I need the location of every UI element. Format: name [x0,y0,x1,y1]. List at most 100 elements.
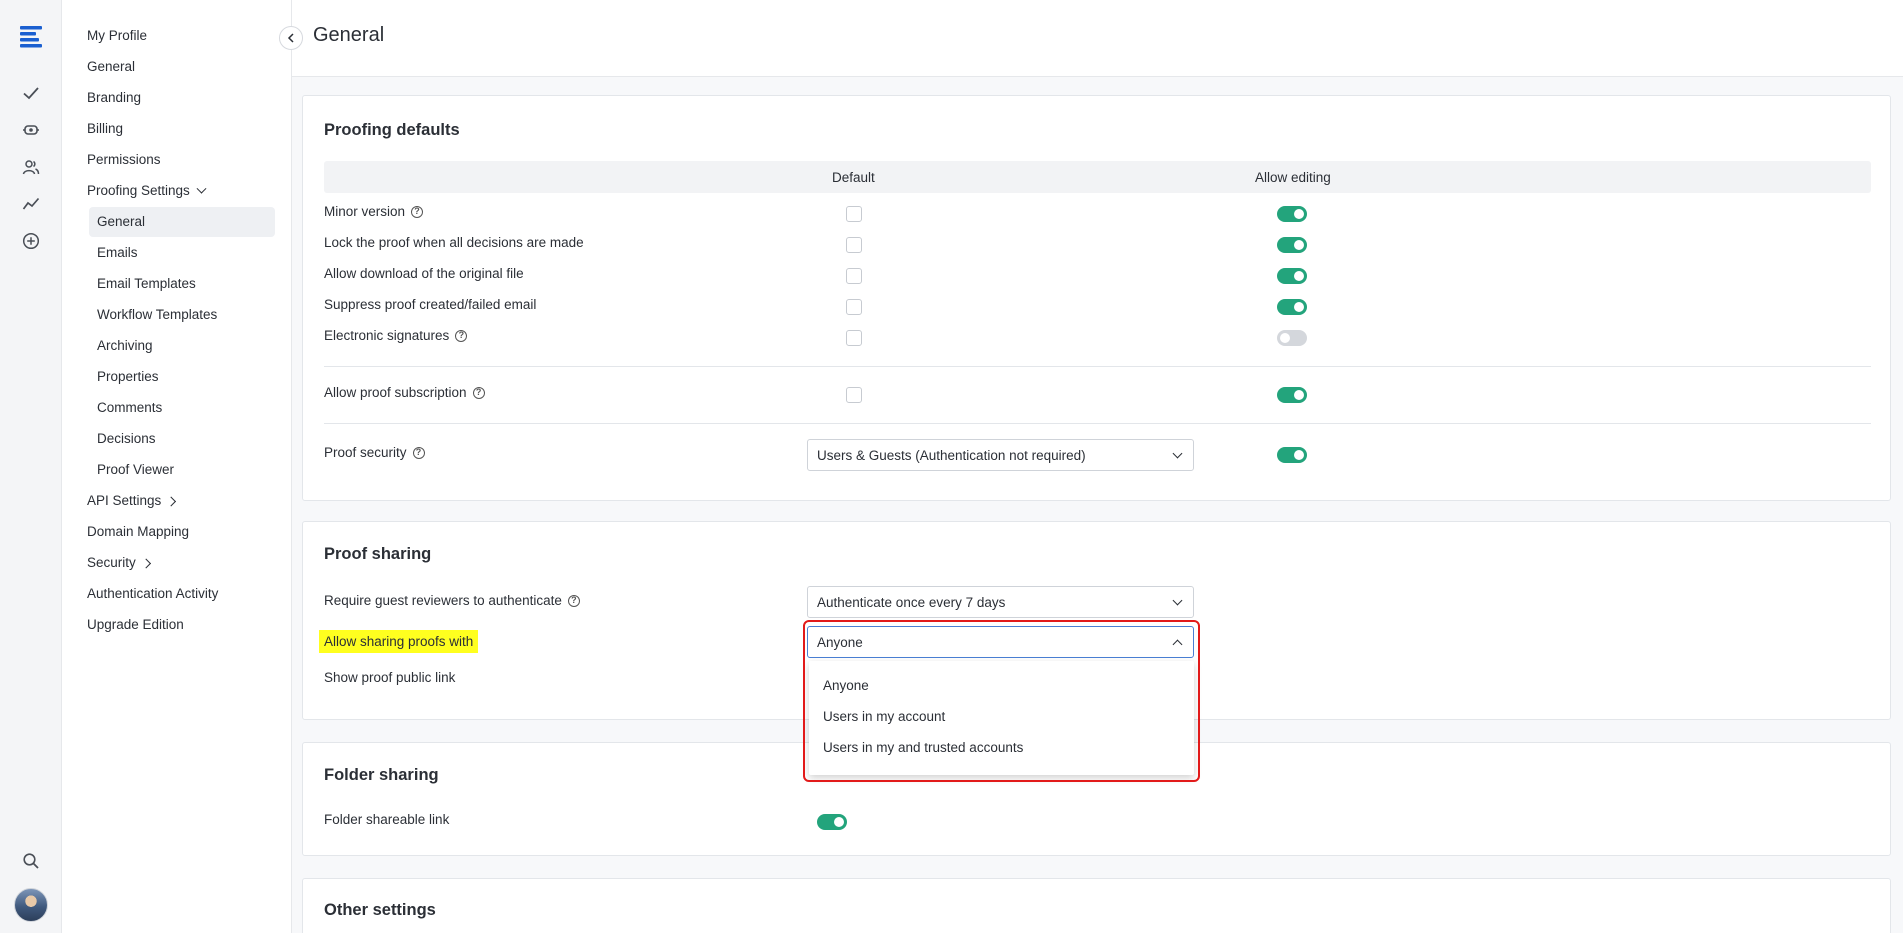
setting-label: Require guest reviewers to authenticate? [324,593,580,608]
other-settings-card: Other settings [302,878,1891,933]
chevron-down-icon [196,183,207,194]
allow-sharing-dropdown-menu: Anyone Users in my account Users in my a… [809,661,1194,775]
nav-upgrade-edition[interactable]: Upgrade Edition [87,617,184,632]
lock-proof-default-checkbox[interactable] [846,237,862,253]
allow-download-label: Allow download of the original file [324,266,524,281]
app-logo-icon[interactable] [17,22,45,50]
minor-version-label: Minor version [324,204,406,219]
nav-security[interactable]: Security [87,555,151,570]
section-title: Proof sharing [324,545,432,563]
dropdown-option-trusted-accounts[interactable]: Users in my and trusted accounts [823,740,1023,755]
setting-label: Allow sharing proofs with [319,630,479,653]
folder-shareable-link-toggle[interactable] [817,814,847,830]
folder-shareable-link-label: Folder shareable link [324,812,450,827]
section-title: Folder sharing [324,766,439,784]
nav-permissions[interactable]: Permissions [87,152,161,167]
setting-label: Proof security? [324,445,425,460]
checkmark-icon[interactable] [17,79,45,107]
help-icon[interactable]: ? [567,594,580,607]
chevron-up-icon [1172,639,1183,650]
main-content: General Proofing defaults Default Allow … [292,0,1903,933]
chevron-down-icon [1172,448,1183,459]
nav-properties[interactable]: Properties [97,369,159,384]
minor-version-default-checkbox[interactable] [846,206,862,222]
section-title: Other settings [324,901,436,919]
allow-sharing-label: Allow sharing proofs with [319,630,479,653]
chevron-right-icon [140,558,151,569]
allow-download-default-checkbox[interactable] [846,268,862,284]
allow-sharing-select[interactable]: Anyone [807,626,1194,658]
nav-my-profile[interactable]: My Profile [87,28,147,43]
lock-proof-allow-editing-toggle[interactable] [1277,237,1307,253]
nav-proof-viewer[interactable]: Proof Viewer [97,462,174,477]
chevron-right-icon [166,496,177,507]
electronic-signatures-allow-editing-toggle[interactable] [1277,330,1307,346]
setting-label: Electronic signatures? [324,328,468,343]
add-circle-icon[interactable] [17,227,45,255]
chevron-down-icon [1172,595,1183,606]
allow-subscription-label: Allow proof subscription [324,385,467,400]
search-icon[interactable] [17,847,45,875]
nav-billing[interactable]: Billing [87,121,123,136]
icon-rail [0,0,62,933]
nav-authentication-activity[interactable]: Authentication Activity [87,586,218,601]
suppress-email-label: Suppress proof created/failed email [324,297,537,312]
section-title: Proofing defaults [324,121,460,139]
require-auth-select[interactable]: Authenticate once every 7 days [807,586,1194,618]
divider [324,423,1871,424]
electronic-signatures-label: Electronic signatures [324,328,450,343]
avatar[interactable] [14,888,48,922]
public-link-label: Show proof public link [324,670,456,685]
nav-api-settings-label: API Settings [87,493,162,508]
proof-security-label: Proof security [324,445,407,460]
nav-security-label: Security [87,555,136,570]
nav-branding[interactable]: Branding [87,90,141,105]
column-header-default: Default [832,170,875,185]
nav-api-settings[interactable]: API Settings [87,493,177,508]
setting-label: Allow proof subscription? [324,385,485,400]
lock-proof-label: Lock the proof when all decisions are ma… [324,235,584,250]
settings-nav: My Profile General Branding Billing Perm… [62,0,292,933]
minor-version-allow-editing-toggle[interactable] [1277,206,1307,222]
proof-security-select[interactable]: Users & Guests (Authentication not requi… [807,439,1194,471]
require-auth-label: Require guest reviewers to authenticate [324,593,562,608]
allow-download-allow-editing-toggle[interactable] [1277,268,1307,284]
proof-icon[interactable] [17,116,45,144]
nav-proofing-general[interactable]: General [97,214,145,229]
nav-comments[interactable]: Comments [97,400,162,415]
nav-domain-mapping[interactable]: Domain Mapping [87,524,189,539]
help-icon[interactable]: ? [455,329,468,342]
table-header: Default Allow editing [324,161,1871,193]
dropdown-option-users-in-my-account[interactable]: Users in my account [823,709,945,724]
electronic-signatures-default-checkbox[interactable] [846,330,862,346]
proofing-defaults-card: Proofing defaults Default Allow editing … [302,95,1891,501]
setting-label: Minor version? [324,204,424,219]
dropdown-option-anyone[interactable]: Anyone [823,678,869,693]
chevron-left-icon [287,33,294,43]
allow-subscription-allow-editing-toggle[interactable] [1277,387,1307,403]
collapse-nav-button[interactable] [279,26,303,50]
help-icon[interactable]: ? [412,446,425,459]
suppress-email-default-checkbox[interactable] [846,299,862,315]
nav-archiving[interactable]: Archiving [97,338,153,353]
help-icon[interactable]: ? [472,386,485,399]
allow-sharing-value: Anyone [817,635,863,650]
column-header-allow-editing: Allow editing [1255,170,1331,185]
nav-email-templates[interactable]: Email Templates [97,276,196,291]
analytics-icon[interactable] [17,190,45,218]
suppress-email-allow-editing-toggle[interactable] [1277,299,1307,315]
proof-security-value: Users & Guests (Authentication not requi… [817,448,1086,463]
proof-security-allow-editing-toggle[interactable] [1277,447,1307,463]
nav-proofing-settings-label: Proofing Settings [87,183,190,198]
divider [324,366,1871,367]
page-title: General [313,24,385,46]
help-icon[interactable]: ? [411,205,424,218]
nav-decisions[interactable]: Decisions [97,431,156,446]
nav-workflow-templates[interactable]: Workflow Templates [97,307,217,322]
nav-general[interactable]: General [87,59,135,74]
users-icon[interactable] [17,153,45,181]
nav-emails[interactable]: Emails [97,245,138,260]
page-header: General [292,0,1903,77]
nav-proofing-settings[interactable]: Proofing Settings [87,183,207,198]
allow-subscription-default-checkbox[interactable] [846,387,862,403]
